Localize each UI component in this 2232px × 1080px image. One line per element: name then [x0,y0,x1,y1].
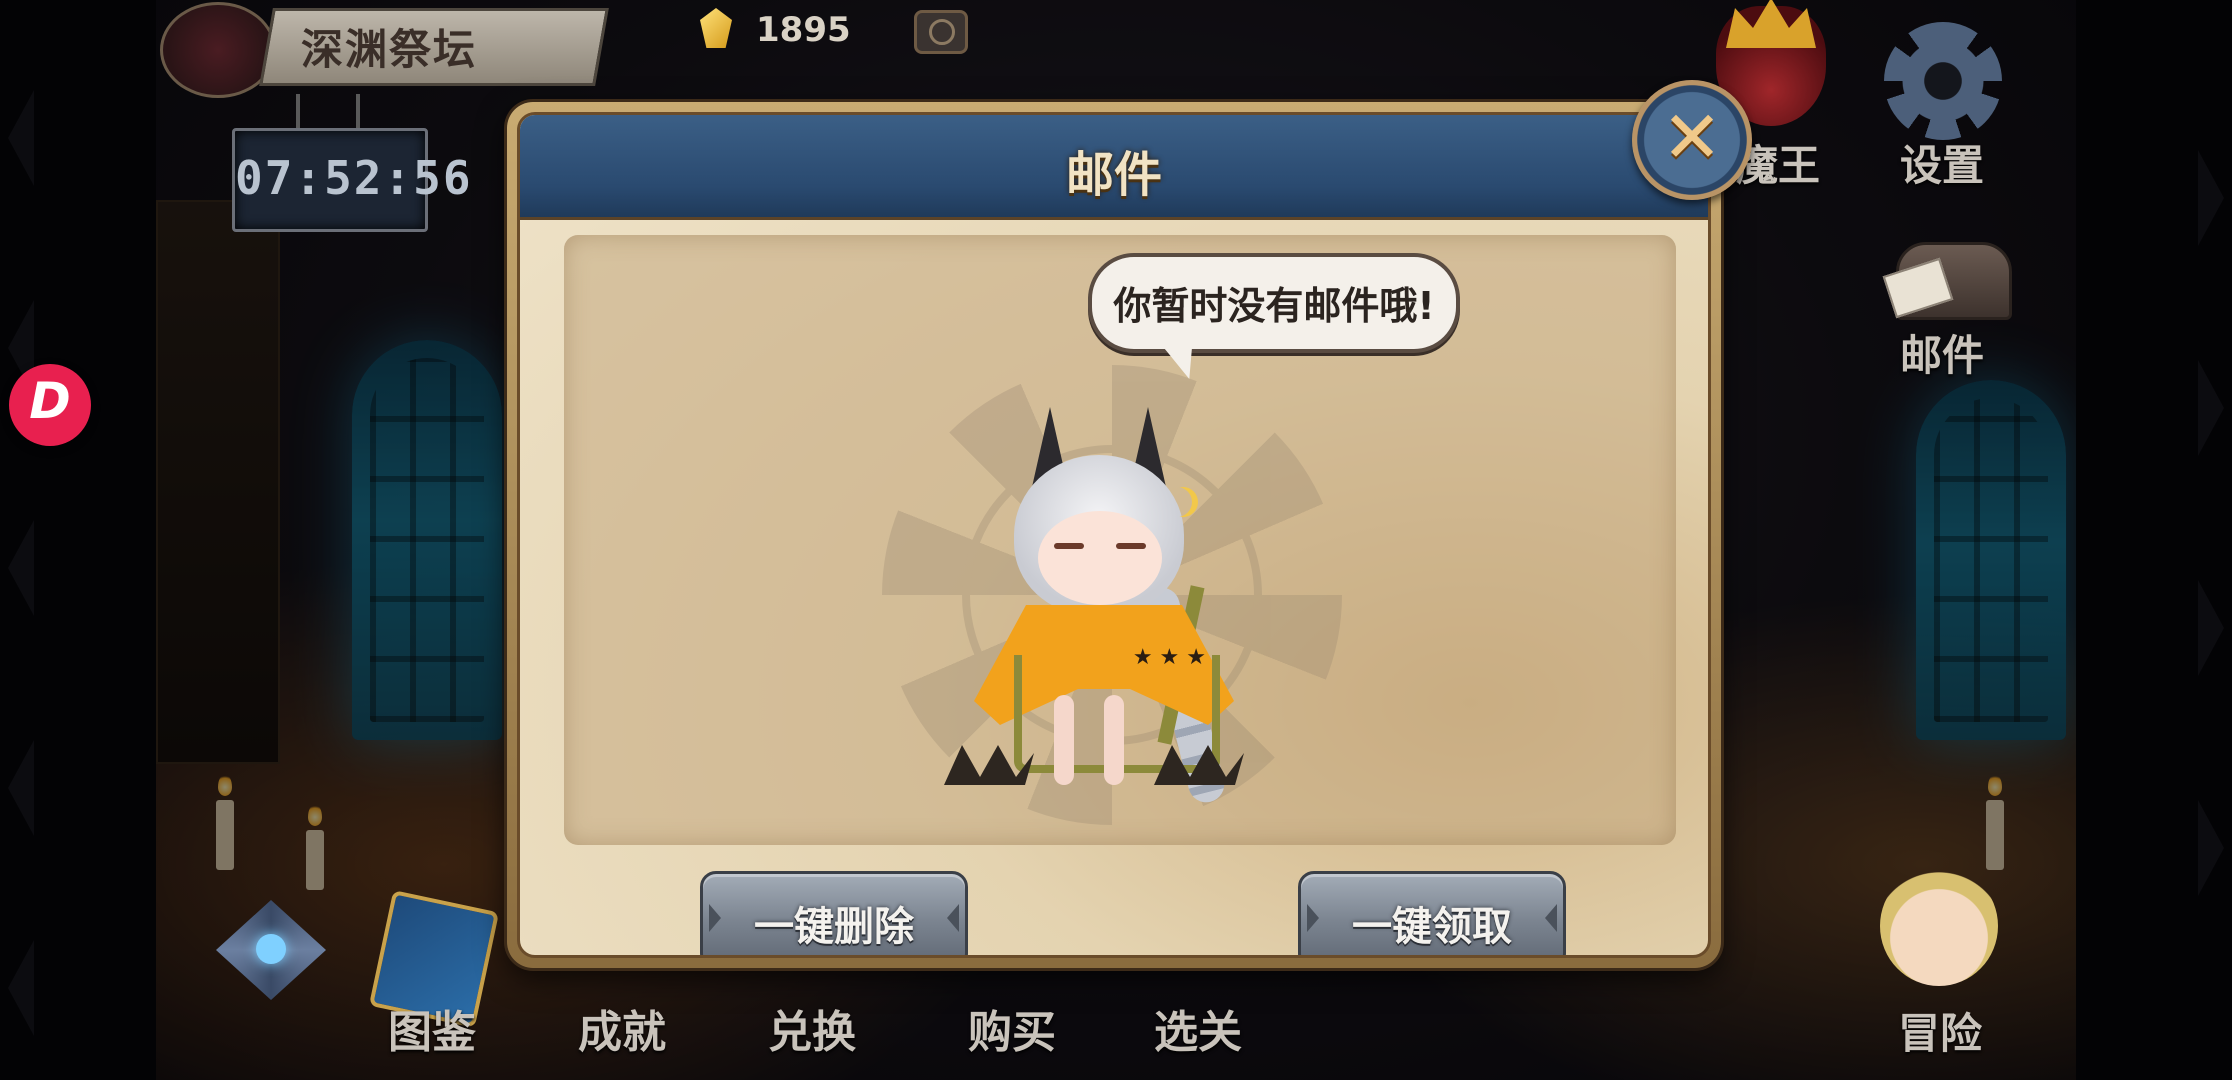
close-icon: ✕ [1661,95,1723,179]
close-dialog-button[interactable]: ✕ [1632,80,1752,200]
dialog-title: 邮件 [1065,147,1162,203]
adventure-character-icon[interactable] [1880,866,1998,986]
location-title: 深渊祭坛 [301,25,478,74]
bottom-menu-stage-select[interactable]: 选关 [1154,996,1242,1060]
delete-all-button[interactable]: 一键删除 [700,871,968,955]
chevron-decoration-icon [2198,800,2224,896]
moon-hairpin-icon [1162,487,1192,517]
dialog-header: 邮件 [520,115,1708,220]
floating-assistant-logo-icon[interactable]: D [9,364,91,446]
mail-label[interactable]: 邮件 [1900,322,1984,383]
bottom-menu-achievements[interactable]: 成就 [578,996,666,1060]
chevron-decoration-icon [8,90,34,186]
mascot-leg [1104,695,1124,785]
mascot-face [1038,511,1162,605]
claim-all-label: 一键领取 [1352,904,1512,950]
countdown-timer: 07:52:56 [232,128,473,232]
chevron-decoration-icon [8,520,34,616]
empty-mail-message: 你暂时没有邮件哦! [1113,284,1435,328]
floating-logo-glyph: D [29,372,71,430]
chevron-decoration-icon [8,740,34,836]
gem-count: 1895 [756,10,851,50]
mail-list-panel: 你暂时没有邮件哦! [564,235,1676,845]
settings-gear-icon[interactable] [1884,22,2002,140]
bottom-menu-exchange[interactable]: 兑换 [768,996,856,1060]
timer-text: 07:52:56 [235,151,473,205]
timer-chain [296,94,300,130]
chevron-decoration-icon [2198,150,2224,246]
dialog-parchment: 邮件 你暂时没有邮件哦! [517,112,1711,958]
chevron-decoration-icon [2198,580,2224,676]
camera-icon[interactable] [914,10,968,54]
chevron-decoration-icon [2198,360,2224,456]
delete-all-label: 一键删除 [754,904,914,950]
mascot-leg [1054,695,1074,785]
mailbox-icon[interactable] [1882,222,2012,320]
settings-label[interactable]: 设置 [1900,132,1984,193]
bottom-menu-purchase[interactable]: 购买 [968,996,1056,1060]
mascot-eye [1054,543,1084,549]
left-letterbox [0,0,156,1080]
mail-dialog: 邮件 你暂时没有邮件哦! [507,102,1721,968]
timer-chain [356,94,360,130]
location-banner: 深渊祭坛 [156,0,666,98]
mascot-eye [1116,543,1146,549]
empty-mail-mascot [904,375,1304,807]
right-letterbox [2076,0,2232,1080]
bottom-menu-codex[interactable]: 图鉴 [388,996,476,1060]
chevron-decoration-icon [8,940,34,1036]
adventure-label[interactable]: 冒险 [1898,1000,1982,1061]
speech-bubble: 你暂时没有邮件哦! [1088,253,1460,353]
claim-all-button[interactable]: 一键领取 [1298,871,1566,955]
